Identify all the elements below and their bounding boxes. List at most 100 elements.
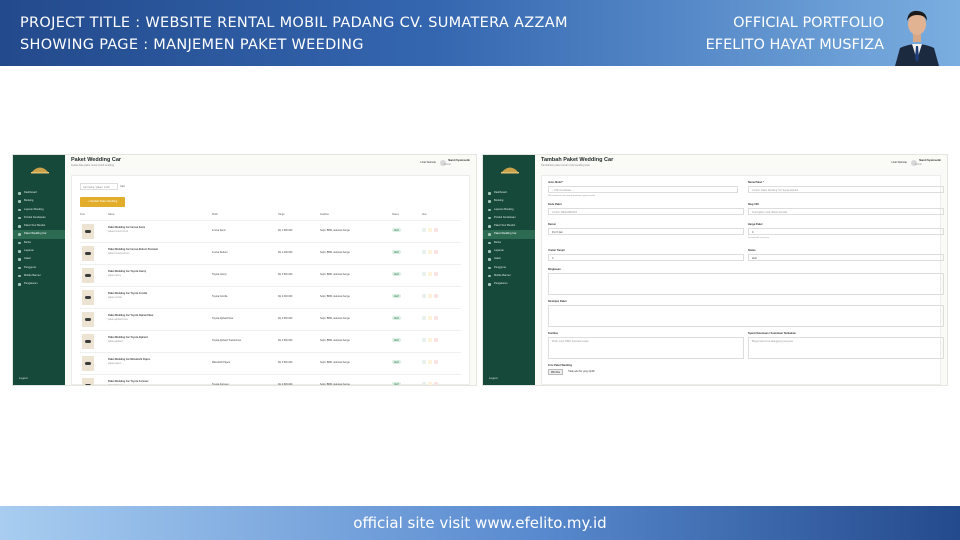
price-label: Harga Paket: [748, 223, 763, 226]
sidebar-item[interactable]: Pengaturan: [13, 280, 65, 288]
name-input[interactable]: Contoh: Paket Wedding Car Toyota Alphard: [748, 186, 944, 193]
table-row[interactable]: Paket Wedding Car Innova Reborn Premium p…: [80, 242, 461, 264]
table-row[interactable]: Paket Wedding Car Toyota Camry paket-camr…: [80, 264, 461, 286]
delete-icon[interactable]: [434, 272, 438, 276]
code-input[interactable]: Contoh: WED-ZENIX01: [548, 208, 744, 215]
car-thumbnail: [82, 334, 94, 349]
status-select[interactable]: Aktif: [748, 254, 944, 261]
status-label: Status: [748, 249, 756, 252]
sidebar-item[interactable]: Mobile Banner: [13, 272, 65, 280]
view-icon[interactable]: [422, 250, 426, 254]
view-icon[interactable]: [422, 382, 426, 385]
sidebar-item[interactable]: Paket Tour Bundel: [483, 222, 535, 230]
edit-icon[interactable]: [428, 294, 432, 298]
sidebar-item[interactable]: Paket Tour Bundel: [13, 222, 65, 230]
view-icon[interactable]: [422, 316, 426, 320]
delete-icon[interactable]: [434, 382, 438, 385]
sidebar-item[interactable]: Laporan Booking: [13, 206, 65, 214]
sidebar-item[interactable]: Dashboard: [13, 189, 65, 197]
package-facility: Sopir, BBM, dekorasi bunga: [320, 383, 350, 386]
duration-input[interactable]: Per 8 Jam: [548, 228, 744, 235]
table-row[interactable]: Paket Wedding Car Innova Zenix paket-inno…: [80, 220, 461, 242]
column-header: Nama: [108, 213, 115, 216]
user-role: Admin: [914, 163, 922, 166]
edit-icon[interactable]: [428, 360, 432, 364]
logout-link[interactable]: Logout: [489, 376, 498, 380]
edit-icon[interactable]: [428, 338, 432, 342]
file-choose-button[interactable]: Pilih File: [548, 369, 564, 375]
summary-textarea[interactable]: [548, 273, 944, 295]
sidebar-item[interactable]: Laporan Booking: [483, 206, 535, 214]
duration-label: Durasi: [548, 223, 556, 226]
package-name: Paket Wedding Car Innova Reborn Premium: [108, 248, 159, 251]
sidebar-item[interactable]: Produk Kendaraan: [483, 214, 535, 222]
sidebar-item[interactable]: Paket Wedding Car: [13, 230, 65, 239]
slug-input[interactable]: Kosongkan untuk dibuat otomatis: [748, 208, 944, 215]
sidebar-item[interactable]: Pengaturan: [483, 280, 535, 288]
sidebar-item[interactable]: Berita: [483, 239, 535, 247]
package-slug: paket-alphard-new: [108, 318, 128, 321]
sidebar-item[interactable]: Galeri: [13, 255, 65, 263]
order-input[interactable]: 0: [548, 254, 744, 261]
terms-textarea[interactable]: Biaya parkir & tol ditanggung penyewa: [748, 337, 944, 359]
package-slug: paket-camry: [108, 274, 122, 277]
search-input[interactable]: Cari nama / paket / mobil: [80, 183, 118, 190]
view-icon[interactable]: [422, 338, 426, 342]
delete-icon[interactable]: [434, 338, 438, 342]
delete-icon[interactable]: [434, 250, 438, 254]
delete-icon[interactable]: [434, 228, 438, 232]
delete-icon[interactable]: [434, 316, 438, 320]
view-website-link[interactable]: Lihat Website: [420, 161, 436, 164]
package-name: Paket Wedding Car Toyota Alphard: [108, 336, 148, 339]
facility-textarea[interactable]: Mobil, sopir, BBM, dekorasi bunga: [548, 337, 744, 359]
table-row[interactable]: Paket Wedding Car Toyota Fortuner paket-f…: [80, 374, 461, 386]
view-website-link[interactable]: Lihat Website: [891, 161, 907, 164]
table-row[interactable]: Paket Wedding Car Toyota Corolla paket-co…: [80, 286, 461, 308]
package-facility: Sopir, BBM, dekorasi bunga: [320, 317, 350, 320]
car-select[interactable]: -- Pilih Kendaraan --: [548, 186, 738, 193]
delete-icon[interactable]: [434, 360, 438, 364]
edit-icon[interactable]: [428, 272, 432, 276]
column-header: Harga: [278, 213, 285, 216]
sidebar-item[interactable]: Galeri: [483, 255, 535, 263]
facility-label: Fasilitas: [548, 332, 559, 335]
table-row[interactable]: Paket Wedding Car Mitsubishi Pajero paket…: [80, 352, 461, 374]
sidebar-item[interactable]: Pengguna: [13, 264, 65, 272]
add-package-button[interactable]: + Tambah Paket Wedding: [80, 197, 125, 207]
sidebar-item[interactable]: Mobile Banner: [483, 272, 535, 280]
sidebar-item[interactable]: Paket Wedding Car: [483, 230, 535, 239]
logout-link[interactable]: Logout: [19, 376, 28, 380]
package-price: Rp 2.000.000: [278, 295, 293, 298]
sidebar-item[interactable]: Dashboard: [483, 189, 535, 197]
sidebar-menu: Dashboard Booking Laporan Booking Produk Ke…: [483, 189, 535, 289]
package-facility: Sopir, BBM, dekorasi bunga: [320, 361, 350, 364]
status-badge: Aktif: [392, 272, 401, 276]
sidebar-item[interactable]: Booking: [13, 197, 65, 205]
terms-label: Syarat Ketentuan / Ketentuan Tambahan: [748, 332, 796, 335]
view-icon[interactable]: [422, 294, 426, 298]
view-icon[interactable]: [422, 228, 426, 232]
sidebar-item[interactable]: Booking: [483, 197, 535, 205]
sidebar-item[interactable]: Produk Kendaraan: [13, 214, 65, 222]
edit-icon[interactable]: [428, 228, 432, 232]
car-name: Toyota Fortuner: [212, 383, 229, 386]
car-thumbnail: [82, 378, 94, 385]
edit-icon[interactable]: [428, 316, 432, 320]
sidebar-item[interactable]: Berita: [13, 239, 65, 247]
price-input[interactable]: 0: [748, 228, 944, 235]
delete-icon[interactable]: [434, 294, 438, 298]
view-icon[interactable]: [422, 360, 426, 364]
search-button[interactable]: Cari: [120, 183, 125, 190]
status-badge: Aktif: [392, 294, 401, 298]
sidebar-item[interactable]: Layanan: [13, 247, 65, 255]
table-row[interactable]: Paket Wedding Car Toyota Alphard paket-al…: [80, 330, 461, 352]
description-textarea[interactable]: [548, 305, 944, 327]
sidebar-item[interactable]: Pengguna: [483, 264, 535, 272]
logo-icon: [501, 167, 519, 174]
edit-icon[interactable]: [428, 250, 432, 254]
sidebar-item[interactable]: Layanan: [483, 247, 535, 255]
table-row[interactable]: Paket Wedding Car Toyota Alphard New pake…: [80, 308, 461, 330]
view-icon[interactable]: [422, 272, 426, 276]
package-facility: Sopir, BBM, dekorasi bunga: [320, 251, 350, 254]
edit-icon[interactable]: [428, 382, 432, 385]
